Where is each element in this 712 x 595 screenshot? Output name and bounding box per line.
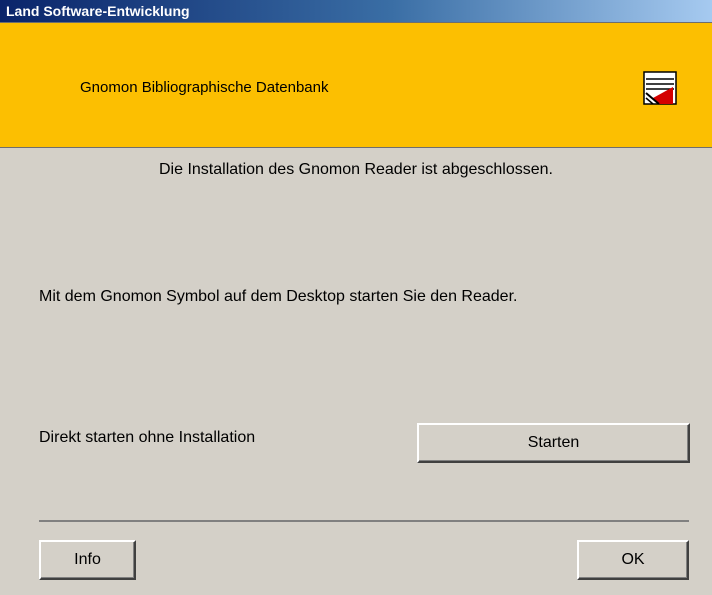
window-titlebar[interactable]: Land Software-Entwicklung (0, 0, 712, 22)
header-banner: Gnomon Bibliographische Datenbank (0, 22, 712, 148)
ok-button[interactable]: OK (577, 540, 689, 580)
direct-start-label: Direkt starten ohne Installation (39, 429, 256, 446)
start-button[interactable]: Starten (417, 423, 690, 463)
banner-title: Gnomon Bibliographische Datenbank (80, 79, 329, 96)
installation-complete-text: Die Installation des Gnomon Reader ist a… (159, 161, 553, 178)
info-button[interactable]: Info (39, 540, 136, 580)
gnomon-logo-icon (643, 71, 677, 105)
desktop-hint-text: Mit dem Gnomon Symbol auf dem Desktop st… (39, 288, 518, 305)
window-title: Land Software-Entwicklung (6, 3, 190, 19)
divider (39, 520, 689, 522)
